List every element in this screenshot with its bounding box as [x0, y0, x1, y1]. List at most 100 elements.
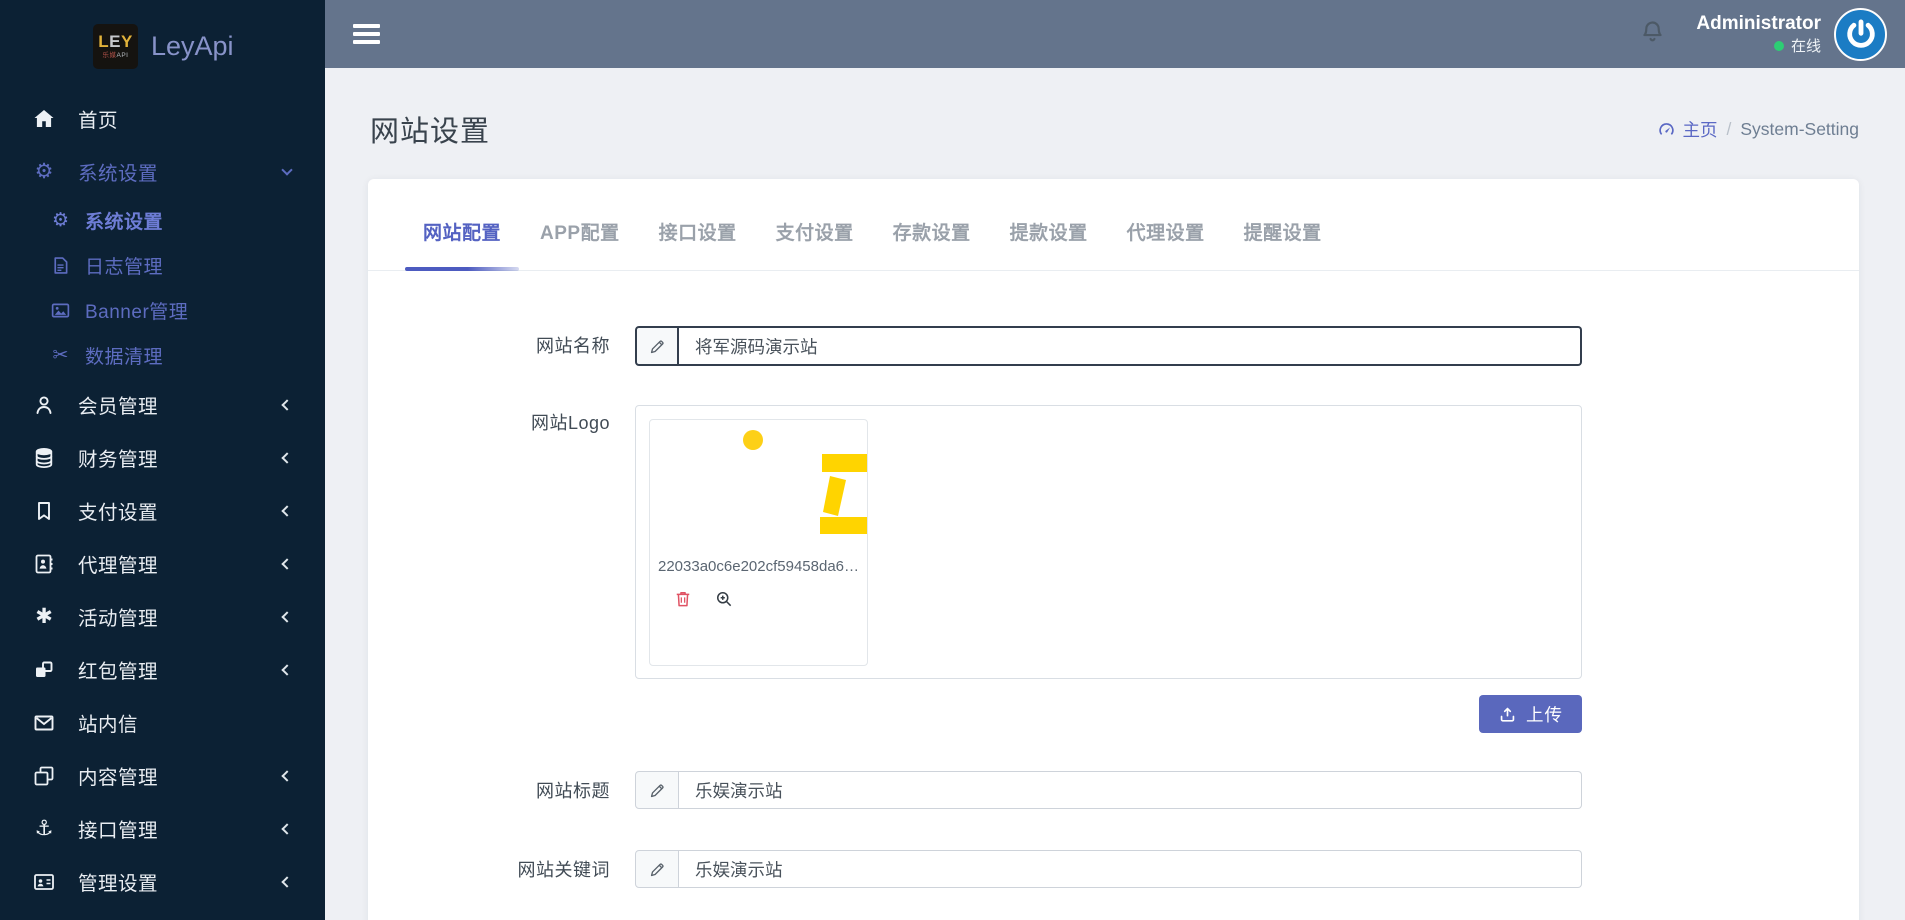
home-icon — [30, 107, 58, 131]
brand[interactable]: LEY 乐媒API LeyApi — [0, 0, 325, 92]
logo-preview-image — [650, 420, 867, 548]
gear-icon: ⚙ — [51, 210, 70, 231]
sidebar-item-payment-settings[interactable]: 支付设置 — [0, 484, 325, 537]
pencil-icon — [635, 771, 679, 809]
site-title-input[interactable] — [679, 771, 1582, 809]
upload-icon — [1500, 707, 1515, 722]
sidebar-item-label: 管理设置 — [78, 873, 159, 895]
site-name-label: 网站名称 — [536, 336, 610, 356]
sidebar-item-api-management[interactable]: ⚓ 接口管理 — [0, 802, 325, 855]
sidebar-item-label: 数据清理 — [85, 347, 164, 368]
sidebar-item-system-settings-parent[interactable]: ⚙ 系统设置 — [0, 145, 325, 198]
tab-app-config[interactable]: APP配置 — [522, 179, 638, 270]
trash-icon[interactable] — [673, 589, 693, 609]
upload-button-label: 上传 — [1526, 704, 1563, 725]
chevron-left-icon — [281, 610, 293, 623]
breadcrumb-separator: / — [1726, 118, 1732, 139]
zoom-in-icon[interactable] — [714, 589, 734, 609]
chevron-left-icon — [281, 875, 293, 888]
sidebar-item-label: 财务管理 — [78, 449, 159, 471]
sidebar-nav: 首页 ⚙ 系统设置 ⚙ 系统设置 日志管理 Banner管理 ✂ 数据清理 会员… — [0, 92, 325, 908]
page-title: 网站设置 — [370, 116, 491, 148]
copy-icon — [30, 764, 58, 788]
sidebar-item-label: 代理管理 — [78, 555, 159, 577]
logo-preview-card: 22033a0c6e202cf59458da6… — [649, 419, 868, 666]
user-block[interactable]: Administrator 在线 — [1696, 12, 1821, 56]
logo-actions — [650, 589, 867, 609]
avatar[interactable] — [1834, 7, 1887, 61]
settings-tabs: 网站配置 APP配置 接口设置 支付设置 存款设置 提款设置 代理设置 提醒设置 — [368, 179, 1859, 271]
sidebar-subitem-banner-management[interactable]: Banner管理 — [0, 288, 325, 333]
sidebar-item-finance-management[interactable]: 财务管理 — [0, 431, 325, 484]
red-packet-icon — [30, 658, 58, 682]
chevron-left-icon — [281, 663, 293, 676]
tab-site-config[interactable]: 网站配置 — [405, 179, 520, 271]
page-head: 网站设置 主页 / System-Setting — [325, 68, 1905, 150]
sidebar-item-label: 红包管理 — [78, 661, 159, 683]
settings-card: 网站配置 APP配置 接口设置 支付设置 存款设置 提款设置 代理设置 提醒设置… — [368, 179, 1859, 920]
site-name-input-group — [635, 326, 1582, 366]
sidebar-item-home[interactable]: 首页 — [0, 92, 325, 145]
site-keywords-input[interactable] — [679, 850, 1582, 888]
user-status-label: 在线 — [1790, 37, 1821, 55]
id-card-icon — [30, 870, 58, 894]
chevron-left-icon — [281, 557, 293, 570]
bell-icon[interactable] — [1639, 18, 1666, 50]
sidebar-subitem-system-settings[interactable]: ⚙ 系统设置 — [0, 198, 325, 243]
chevron-left-icon — [281, 822, 293, 835]
form-row-site-keywords: 网站关键词 — [368, 850, 1859, 890]
gears-icon: ⚙ — [34, 160, 54, 183]
address-book-icon — [30, 552, 58, 576]
upload-button[interactable]: 上传 — [1479, 695, 1582, 733]
bookmark-icon — [30, 499, 58, 523]
site-title-input-group — [635, 771, 1582, 809]
user-name: Administrator — [1696, 12, 1821, 34]
form-row-site-name: 网站名称 — [368, 326, 1859, 366]
tab-payment-settings[interactable]: 支付设置 — [758, 179, 872, 270]
breadcrumb-home-label: 主页 — [1682, 119, 1718, 140]
chevron-left-icon — [281, 451, 293, 464]
sidebar-subitem-data-cleanup[interactable]: ✂ 数据清理 — [0, 333, 325, 378]
hamburger-menu-icon[interactable] — [353, 24, 380, 44]
envelope-icon — [30, 711, 58, 735]
tab-deposit-settings[interactable]: 存款设置 — [875, 179, 989, 270]
site-name-input[interactable] — [679, 326, 1582, 366]
upload-row: 上传 — [635, 695, 1582, 733]
brand-logo: LEY 乐媒API — [93, 23, 138, 69]
sidebar-item-admin-settings[interactable]: 管理设置 — [0, 855, 325, 908]
sidebar-item-label: 活动管理 — [78, 608, 159, 630]
burst-icon: ✱ — [35, 605, 53, 628]
scissors-icon: ✂ — [52, 345, 69, 366]
database-icon — [30, 446, 58, 470]
breadcrumb-home-link[interactable]: 主页 — [1657, 117, 1717, 142]
site-keywords-label: 网站关键词 — [517, 860, 610, 880]
sidebar-item-red-packet-management[interactable]: 红包管理 — [0, 643, 325, 696]
sidebar-item-label: 系统设置 — [78, 163, 159, 185]
sidebar-item-content-management[interactable]: 内容管理 — [0, 749, 325, 802]
form-row-site-logo: 网站Logo 22033a0c6e202cf59458da6… 上传 — [368, 405, 1859, 733]
file-lines-icon — [48, 255, 73, 276]
tab-withdraw-settings[interactable]: 提款设置 — [992, 179, 1106, 270]
sidebar-item-label: Banner管理 — [85, 302, 189, 323]
breadcrumb: 主页 / System-Setting — [1657, 117, 1859, 142]
tab-api-settings[interactable]: 接口设置 — [641, 179, 755, 270]
user-status: 在线 — [1696, 37, 1821, 57]
image-icon — [48, 300, 73, 321]
sidebar-item-member-management[interactable]: 会员管理 — [0, 378, 325, 431]
tab-reminder-settings[interactable]: 提醒设置 — [1226, 179, 1340, 270]
sidebar-subitem-log-management[interactable]: 日志管理 — [0, 243, 325, 288]
sidebar-item-site-mail[interactable]: 站内信 — [0, 696, 325, 749]
power-logo-icon — [1846, 19, 1875, 48]
user-icon — [30, 393, 58, 417]
chevron-left-icon — [281, 398, 293, 411]
sidebar-item-label: 系统设置 — [85, 212, 164, 233]
brand-logo-subtext: 乐媒API — [102, 51, 129, 59]
logo-upload-panel: 22033a0c6e202cf59458da6… — [635, 405, 1582, 679]
sidebar-item-activity-management[interactable]: ✱ 活动管理 — [0, 590, 325, 643]
sidebar-item-agent-management[interactable]: 代理管理 — [0, 537, 325, 590]
anchor-icon: ⚓ — [34, 817, 54, 840]
site-title-label: 网站标题 — [536, 781, 610, 801]
tab-agent-settings[interactable]: 代理设置 — [1109, 179, 1223, 270]
form-row-site-title: 网站标题 — [368, 771, 1859, 811]
main-content: 网站设置 主页 / System-Setting 网站配置 APP配置 接口设置… — [325, 68, 1905, 920]
